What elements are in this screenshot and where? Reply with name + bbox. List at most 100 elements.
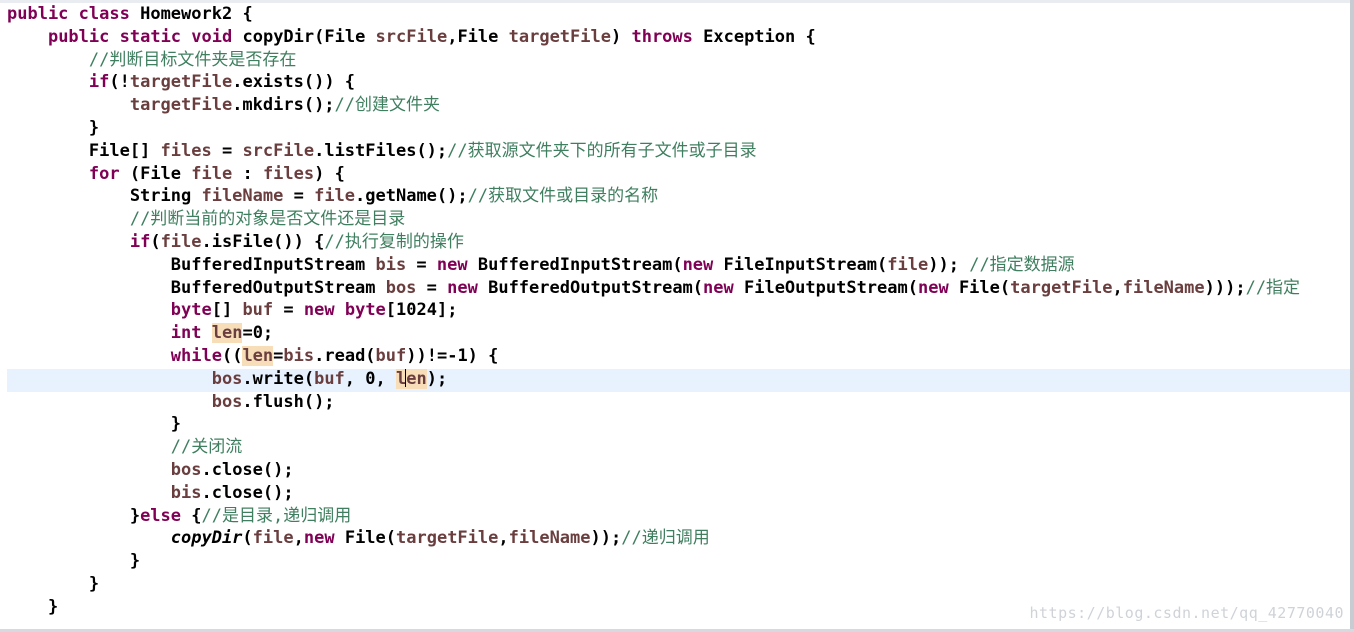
variable-token: targetFile: [129, 72, 233, 93]
code-line[interactable]: public static void copyDir(File srcFile,…: [7, 26, 1300, 49]
variable-token: targetFile: [129, 95, 233, 116]
code-token: ,File: [447, 26, 509, 47]
comment-token: //判断当前的对象是否文件还是目录: [129, 209, 406, 230]
code-line[interactable]: while((len=bis.read(buf))!=-1) {: [7, 345, 1300, 368]
code-token: , 0,: [344, 368, 396, 389]
code-token: .mkdirs();: [232, 95, 335, 116]
code-line[interactable]: for (File file : files) {: [7, 163, 1300, 186]
code-token: .read(: [314, 345, 376, 366]
code-token: .flush();: [242, 391, 335, 412]
code-token: .write(: [242, 368, 315, 389]
keyword-token: new: [436, 254, 468, 275]
code-token: ))!=-1) {: [406, 345, 499, 366]
comment-token: //获取文件或目录的名称: [467, 186, 659, 207]
code-line[interactable]: bos.write(buf, 0, len);: [7, 368, 1300, 391]
code-token: FileInputStream(: [713, 254, 888, 275]
code-line[interactable]: //关闭流: [7, 436, 1300, 459]
code-token: BufferedInputStream: [7, 254, 376, 275]
code-token: ));: [928, 254, 959, 275]
code-line[interactable]: byte[] buf = new byte[1024];: [7, 299, 1300, 322]
code-token: BufferedOutputStream: [7, 277, 386, 298]
code-line[interactable]: String fileName = file.getName();//获取文件或…: [7, 185, 1300, 208]
code-token: .exists()) {: [232, 72, 356, 93]
code-token: []: [211, 300, 243, 321]
code-token: ));: [590, 528, 622, 549]
comment-token: //是目录,递归调用: [201, 505, 352, 526]
code-token: ,: [293, 528, 304, 549]
code-line[interactable]: BufferedInputStream bis = new BufferedIn…: [7, 254, 1300, 277]
variable-token: srcFile: [242, 140, 315, 161]
code-line[interactable]: }: [7, 550, 1300, 573]
code-token: {: [181, 505, 202, 526]
code-token: (: [242, 528, 253, 549]
code-token: ): [610, 26, 632, 47]
code-line[interactable]: File[] files = srcFile.listFiles();//获取源…: [7, 140, 1300, 163]
variable-token: fileName: [1122, 277, 1205, 298]
code-token: (File: [119, 163, 192, 184]
code-token: .listFiles();: [314, 140, 448, 161]
code-token: =: [406, 254, 437, 275]
code-line[interactable]: //判断目标文件夹是否存在: [7, 49, 1300, 72]
keyword-token: void: [191, 26, 233, 47]
code-token: .getName();: [355, 186, 468, 207]
variable-token: file: [191, 163, 233, 184]
code-line[interactable]: public class Homework2 {: [7, 3, 1300, 26]
variable-token: targetFile: [1010, 277, 1113, 298]
code-line[interactable]: //判断当前的对象是否文件还是目录: [7, 208, 1300, 231]
keyword-token: new: [303, 528, 335, 549]
code-line[interactable]: targetFile.mkdirs();//创建文件夹: [7, 94, 1300, 117]
code-token: Homework2 {: [129, 4, 253, 24]
code-token: File(: [334, 528, 397, 549]
code-line[interactable]: }: [7, 413, 1300, 436]
code-token: BufferedOutputStream(: [477, 277, 704, 298]
keyword-token: static: [119, 26, 182, 47]
variable-token: buf: [314, 368, 345, 389]
code-text-area[interactable]: public class Homework2 { public static v…: [7, 3, 1300, 619]
code-line[interactable]: if(file.isFile()) {//执行复制的操作: [7, 231, 1300, 254]
code-line[interactable]: bis.close();: [7, 482, 1300, 505]
variable-token: buf: [242, 300, 274, 321]
code-line[interactable]: }: [7, 573, 1300, 596]
keyword-token: int: [170, 323, 202, 344]
code-token: =: [283, 186, 315, 207]
keyword-token: new: [447, 277, 478, 298]
code-token: }: [7, 573, 100, 594]
code-editor[interactable]: public class Homework2 { public static v…: [0, 0, 1354, 632]
code-token: File[]: [7, 140, 161, 161]
code-line[interactable]: BufferedOutputStream bos = new BufferedO…: [7, 277, 1300, 300]
code-line[interactable]: }else {//是目录,递归调用: [7, 505, 1300, 528]
code-line[interactable]: bos.close();: [7, 459, 1300, 482]
code-token: (: [150, 231, 161, 252]
code-line[interactable]: if(!targetFile.exists()) {: [7, 71, 1300, 94]
keyword-token: else: [140, 505, 182, 526]
keyword-token: new: [917, 277, 949, 298]
code-token: copyDir(File: [232, 26, 376, 47]
keyword-token: for: [88, 163, 120, 184]
code-token: BufferedInputStream(: [467, 254, 683, 275]
code-line[interactable]: int len=0;: [7, 322, 1300, 345]
code-line[interactable]: copyDir(file,new File(targetFile,fileNam…: [7, 527, 1300, 550]
keyword-token: new: [303, 300, 335, 321]
code-token: [1024];: [385, 300, 458, 321]
keyword-token: new: [703, 277, 734, 298]
highlighted-variable-token: len: [211, 323, 243, 344]
code-line[interactable]: bos.flush();: [7, 391, 1300, 414]
code-token: }: [7, 551, 141, 572]
comment-token: //获取源文件夹下的所有子文件或子目录: [447, 140, 757, 161]
code-token: );: [426, 368, 448, 389]
variable-token: srcFile: [375, 26, 448, 47]
code-line[interactable]: }: [7, 117, 1300, 140]
keyword-token: class: [78, 4, 130, 24]
variable-token: fileName: [201, 186, 284, 207]
vertical-scrollbar[interactable]: [1350, 0, 1354, 632]
